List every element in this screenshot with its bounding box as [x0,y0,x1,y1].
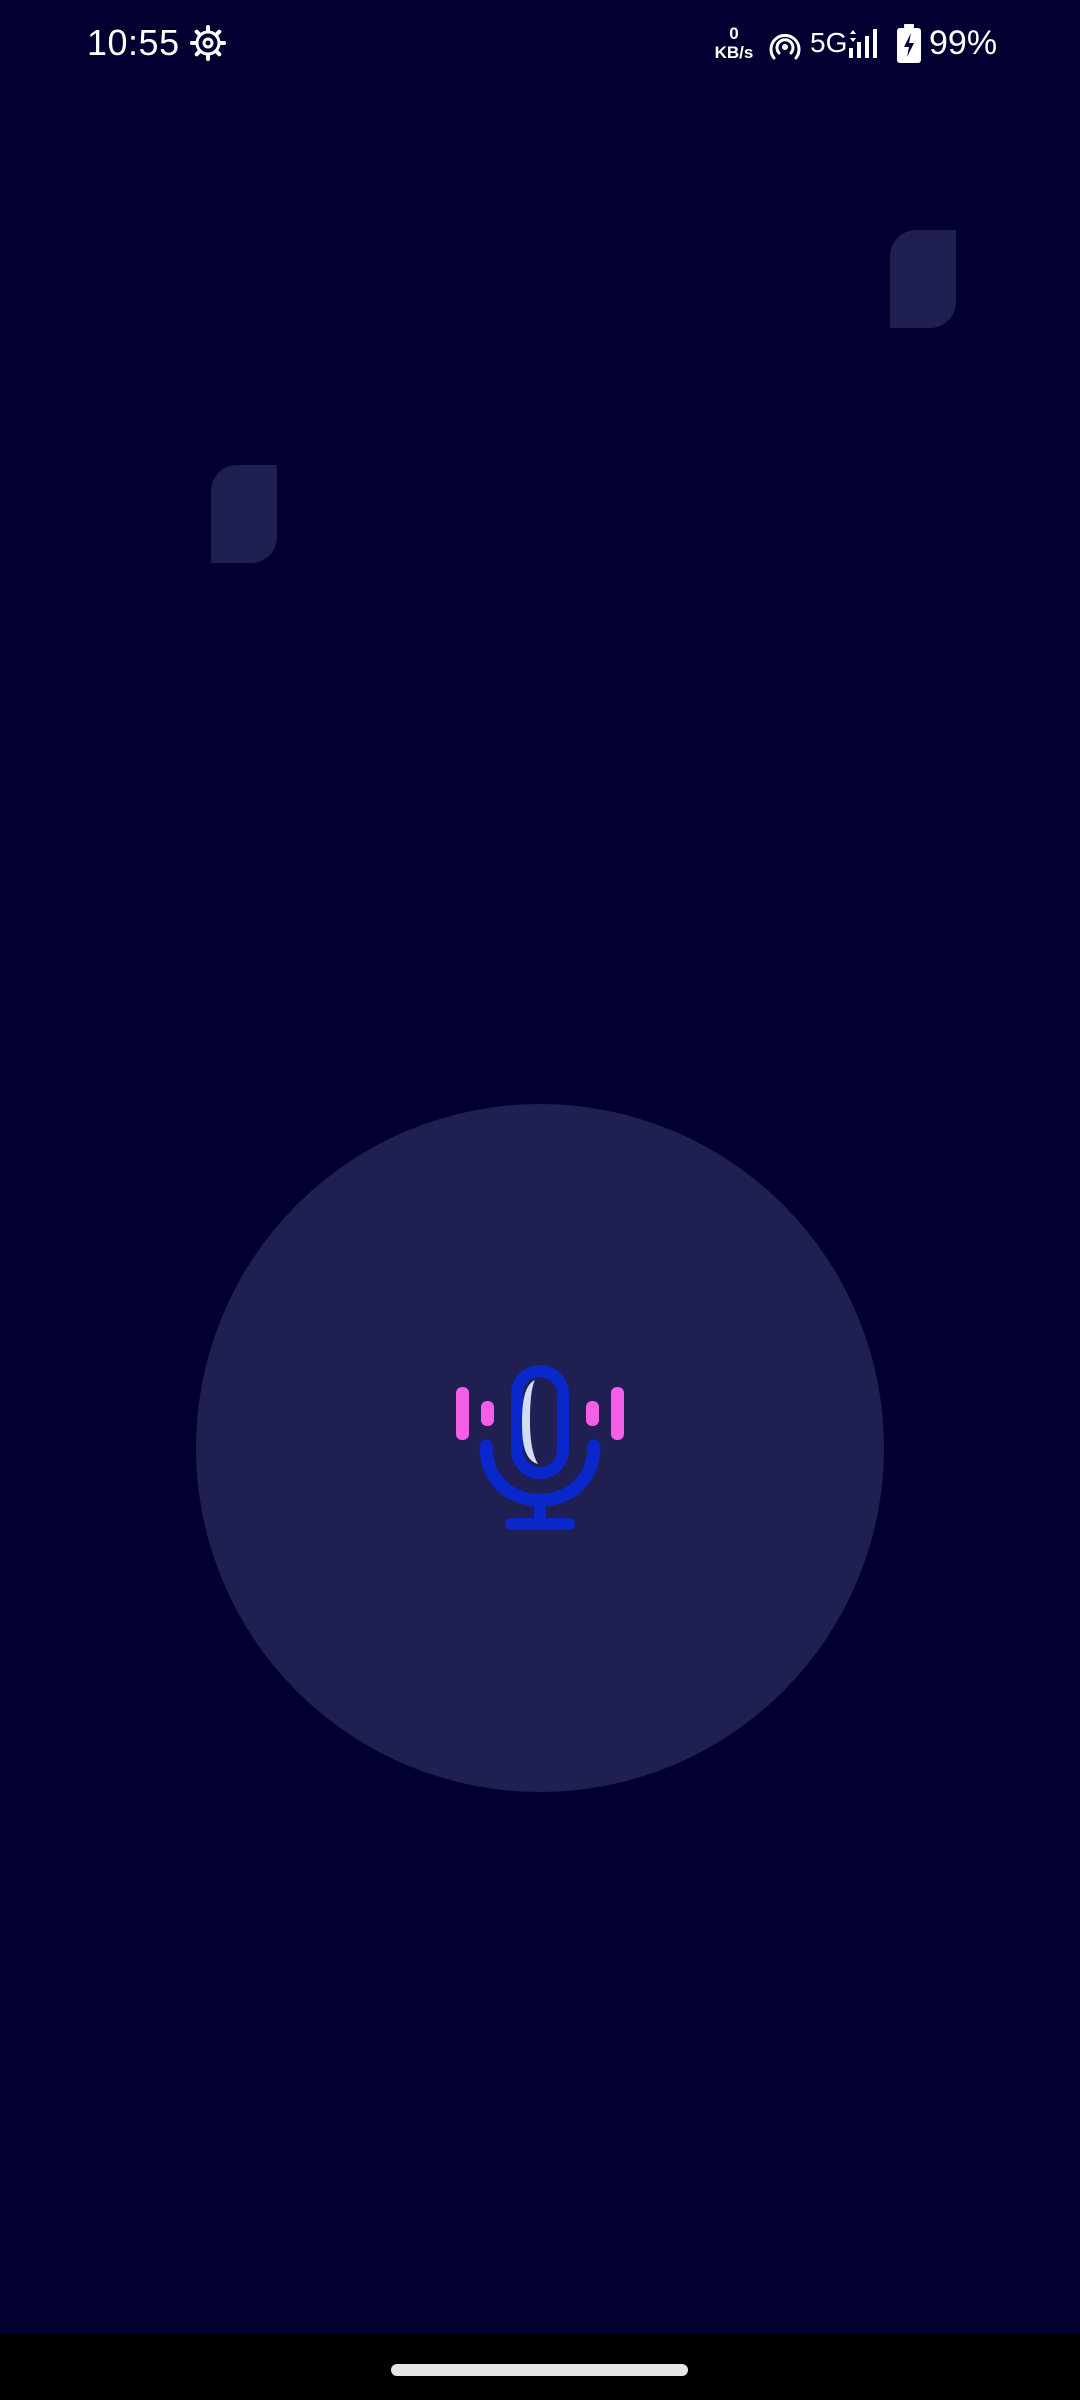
signal-strength-icon [849,29,877,58]
decorative-leaf-shape [890,230,956,328]
hotspot-icon [769,33,801,60]
battery-charging-icon [897,24,921,63]
battery-percentage: 99% [929,24,998,62]
settings-gear-icon [190,25,226,61]
microphone-icon [456,1365,624,1530]
network-speed-unit: KB/s [714,43,754,62]
decorative-leaf-shape [211,465,277,563]
status-bar: 10:55 0 KB/s 5G 99% [0,0,1080,90]
network-speed-value: 0 [729,24,739,43]
navigation-bar [0,2333,1080,2400]
network-type-label: 5G [810,27,848,58]
home-gesture-handle[interactable] [391,2364,688,2376]
status-time: 10:55 [87,22,180,63]
network-speed-indicator: 0 KB/s [712,24,756,62]
voice-assistant-screen: 10:55 0 KB/s 5G 99% [0,0,1080,2400]
